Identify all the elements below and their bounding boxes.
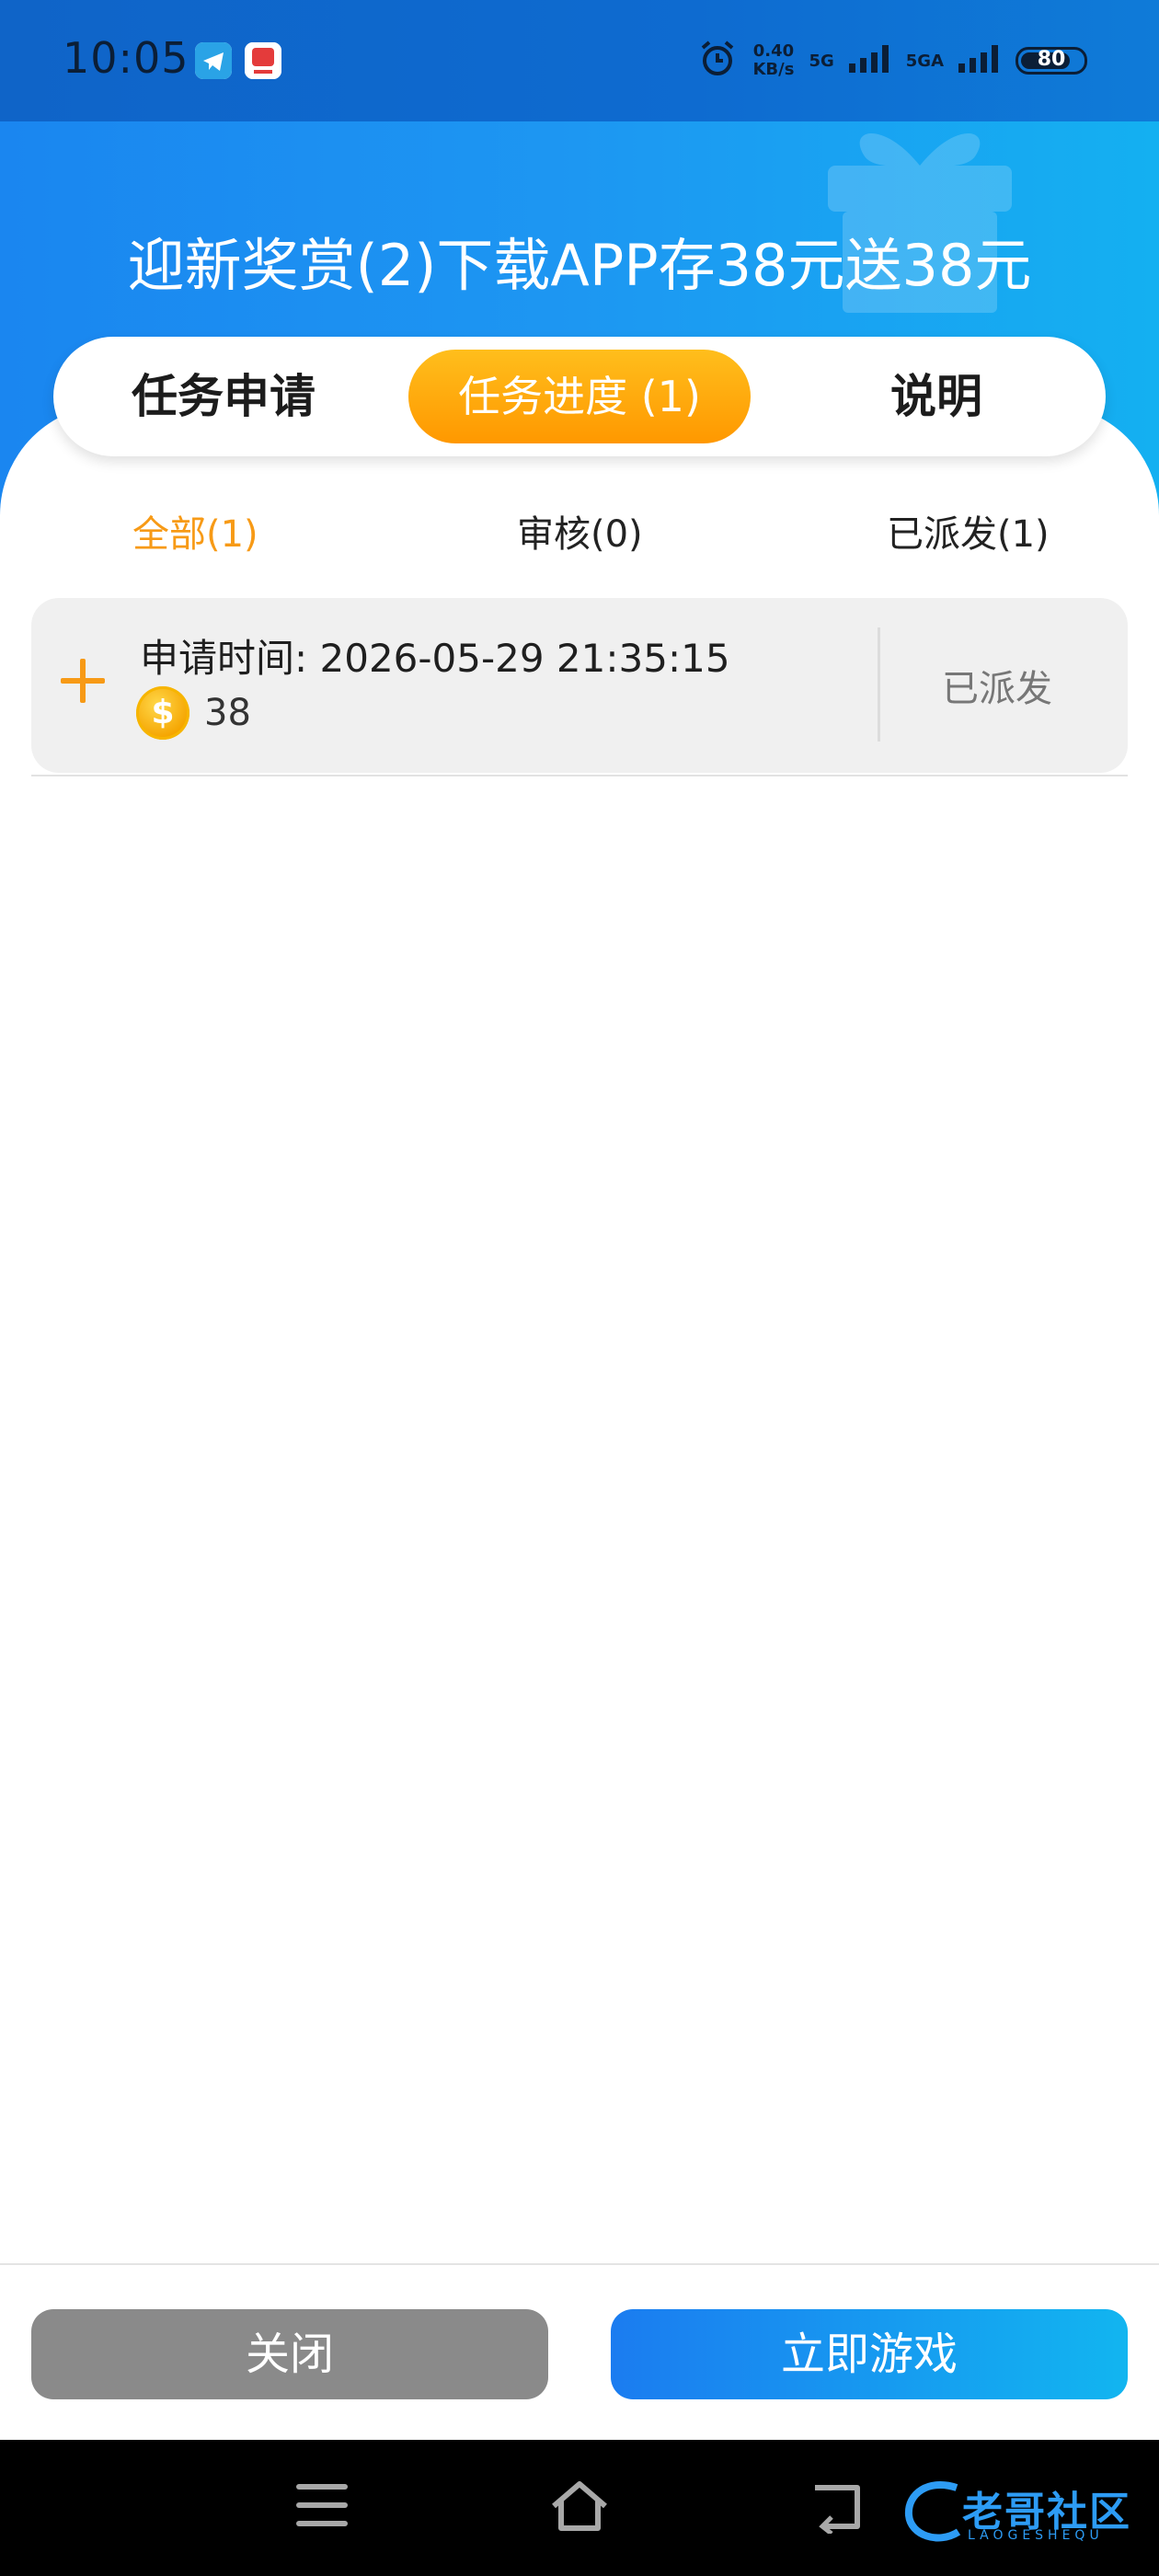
play-now-button[interactable]: 立即游戏 <box>611 2309 1128 2399</box>
divider <box>878 627 880 742</box>
network-label-1: 5G <box>809 51 834 71</box>
tab-description[interactable]: 说明 <box>798 337 1074 456</box>
signal-icon <box>848 45 891 76</box>
network-speed-value: 0.40 <box>752 41 795 61</box>
app-notification-icon <box>245 42 281 79</box>
watermark-subtext: LAOGESHEQU <box>968 2528 1104 2543</box>
home-icon[interactable] <box>548 2478 611 2534</box>
status-time: 10:05 <box>63 33 189 83</box>
close-button[interactable]: 关闭 <box>31 2309 548 2399</box>
menu-icon[interactable] <box>296 2484 348 2528</box>
network-label-2: 5GA <box>905 51 944 71</box>
battery-icon: 80 <box>1016 47 1087 75</box>
watermark-logo: 老哥社区 LAOGESHEQU <box>901 2469 1141 2552</box>
back-icon[interactable] <box>809 2480 865 2534</box>
divider <box>31 775 1128 776</box>
filter-dispatched[interactable]: 已派发(1) <box>887 504 1050 558</box>
tab-task-apply[interactable]: 任务申请 <box>90 337 357 456</box>
coin-icon: $ <box>136 686 189 740</box>
status-badge: 已派发 <box>942 668 1052 710</box>
battery-level: 80 <box>1037 48 1066 71</box>
signal-icon <box>958 45 1001 76</box>
tab-bar: 任务申请 任务进度 (1) 说明 <box>53 337 1106 456</box>
telegram-notification-icon <box>195 42 232 79</box>
network-speed-unit: KB/s <box>752 60 795 79</box>
alarm-icon <box>697 39 738 83</box>
status-bar: 10:05 0.40 KB/s 5G 5GA 80 <box>0 0 1159 121</box>
apply-time: 申请时间: 2026-05-29 21:35:15 <box>140 636 730 681</box>
reward-amount: 38 <box>204 692 251 734</box>
system-nav-bar: 老哥社区 LAOGESHEQU <box>0 2440 1159 2576</box>
network-speed: 0.40 KB/s <box>752 42 794 79</box>
divider <box>0 2263 1159 2265</box>
filter-review[interactable]: 审核(0) <box>517 504 643 558</box>
expand-plus-icon[interactable] <box>61 659 105 703</box>
list-item[interactable]: 申请时间: 2026-05-29 21:35:15 $ 38 已派发 <box>31 598 1128 773</box>
filter-all[interactable]: 全部(1) <box>132 504 258 558</box>
page-title: 迎新奖赏(2)下载APP存38元送38元 <box>127 232 1032 299</box>
tab-task-progress[interactable]: 任务进度 (1) <box>408 350 751 443</box>
